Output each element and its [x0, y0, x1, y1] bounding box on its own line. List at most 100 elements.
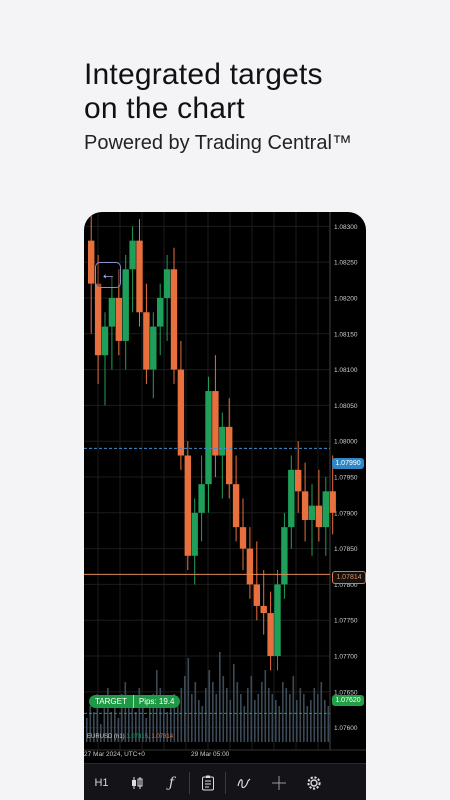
volume-bar [205, 688, 207, 742]
timeframe-label: H1 [94, 776, 109, 789]
target-badge[interactable]: TARGET Pips: 19.4 [89, 695, 181, 708]
headline-line-2: on the chart [84, 92, 245, 125]
volume-bar [236, 682, 239, 742]
candle-body [136, 240, 143, 313]
volume-bar [317, 694, 319, 742]
volume-bar [296, 700, 298, 742]
candle-body [239, 527, 247, 549]
candle-body [260, 605, 267, 614]
candle-body [177, 369, 185, 456]
candle-body [129, 240, 136, 270]
volume-bar [324, 700, 326, 742]
series-label: EURUSD (h1) 1.07815, 1.07814 [87, 734, 174, 740]
candle-body [281, 527, 288, 585]
volume-bar [261, 682, 263, 742]
candle-body [205, 391, 212, 485]
volume-bar [177, 706, 179, 742]
price-axis-label: 1.07850 [334, 546, 358, 553]
volume-bar [226, 688, 228, 742]
volume-bar [201, 706, 204, 742]
back-arrow-icon[interactable]: ← [95, 262, 121, 288]
candle-body [246, 548, 254, 585]
candle-body [88, 240, 95, 284]
volume-bar [289, 694, 291, 742]
price-axis-label: 1.07600 [334, 725, 358, 732]
volume-bar [299, 688, 302, 742]
volume-bar [250, 676, 253, 742]
candle-body [267, 613, 274, 657]
pips-label: Pips: 19.4 [132, 695, 174, 708]
ohlc-orange-value: 1.07814 [151, 734, 174, 740]
volume-bar [275, 700, 277, 742]
volume-bar [180, 688, 183, 742]
symbol-label: EURUSD (h1) [87, 734, 125, 740]
volume-bar [303, 694, 305, 742]
volume-bar [306, 706, 309, 742]
target-label: TARGET [95, 697, 127, 706]
volume-bar [198, 700, 200, 742]
candle-body [212, 391, 219, 456]
volume-bar [187, 658, 190, 742]
candle-body [101, 326, 109, 356]
volume-bar [219, 652, 221, 742]
candle-body [108, 297, 116, 327]
trade-ticket-icon[interactable] [190, 764, 225, 800]
volume-bar [254, 700, 256, 742]
candle-body [191, 512, 198, 556]
volume-bar [184, 676, 186, 742]
volume-bar [271, 694, 274, 742]
candle-body [115, 297, 122, 341]
volume-bar [222, 676, 225, 742]
volume-bar [215, 694, 218, 742]
timeframe-button[interactable]: H1 [84, 764, 119, 800]
candle-body [301, 491, 309, 520]
price-chart[interactable]: 1.08300 1.08250 1.08200 1.08150 1.08100 1.080… [84, 212, 366, 763]
volume-bar [268, 688, 270, 742]
price-axis-label: 1.07900 [334, 510, 358, 517]
price-axis-label: 1.07750 [334, 618, 358, 625]
price-axis-label: 1.08250 [334, 260, 358, 267]
candle-body [170, 269, 178, 370]
volume-bar [233, 664, 235, 742]
volume-bar [327, 706, 330, 742]
settings-icon[interactable] [296, 764, 331, 800]
candle-body [219, 426, 226, 456]
candle-body [198, 484, 205, 513]
crosshair-icon[interactable] [261, 764, 296, 800]
candle-body [163, 269, 171, 298]
price-axis-label: 1.08300 [334, 224, 358, 231]
price-axis-label: 1.07950 [334, 475, 358, 482]
candle-body [150, 326, 157, 370]
volume-bar [229, 700, 232, 742]
headline-line-1: Integrated targets [84, 58, 323, 91]
volume-bar [257, 694, 260, 742]
subtitle: Powered by Trading Central™ [84, 132, 352, 154]
current-price-tag: 1.07814 [332, 571, 366, 584]
candle-body [329, 491, 336, 513]
candlestick-icon[interactable] [119, 764, 154, 800]
price-axis-label: 1.08050 [334, 403, 358, 410]
candle-body [295, 469, 302, 492]
volume-bar [243, 706, 246, 742]
bid-price-tag: 1.07990 [332, 458, 364, 469]
volume-bar [212, 682, 214, 742]
target-price-tag: 1.07620 [332, 695, 364, 706]
price-axis-label: 1.07700 [334, 654, 358, 661]
volume-bar [240, 694, 242, 742]
function-icon[interactable]: ƒ [154, 764, 189, 800]
candle-body [94, 283, 102, 356]
volume-bar [194, 682, 197, 742]
volume-bar [264, 670, 267, 742]
candle-body [143, 312, 150, 370]
volume-bar [310, 700, 312, 742]
chart-toolbar: H1 ƒ [84, 763, 366, 800]
volume-bar [320, 682, 323, 742]
volume-bar [124, 682, 127, 742]
price-axis-label: 1.08150 [334, 331, 358, 338]
draw-icon[interactable] [226, 764, 261, 800]
candle-body [308, 505, 316, 520]
candle-body [288, 469, 295, 528]
volume-bar [285, 688, 288, 742]
candle-body [226, 426, 233, 485]
time-label-start: 27 Mar 2024, UTC+0 [84, 751, 145, 758]
